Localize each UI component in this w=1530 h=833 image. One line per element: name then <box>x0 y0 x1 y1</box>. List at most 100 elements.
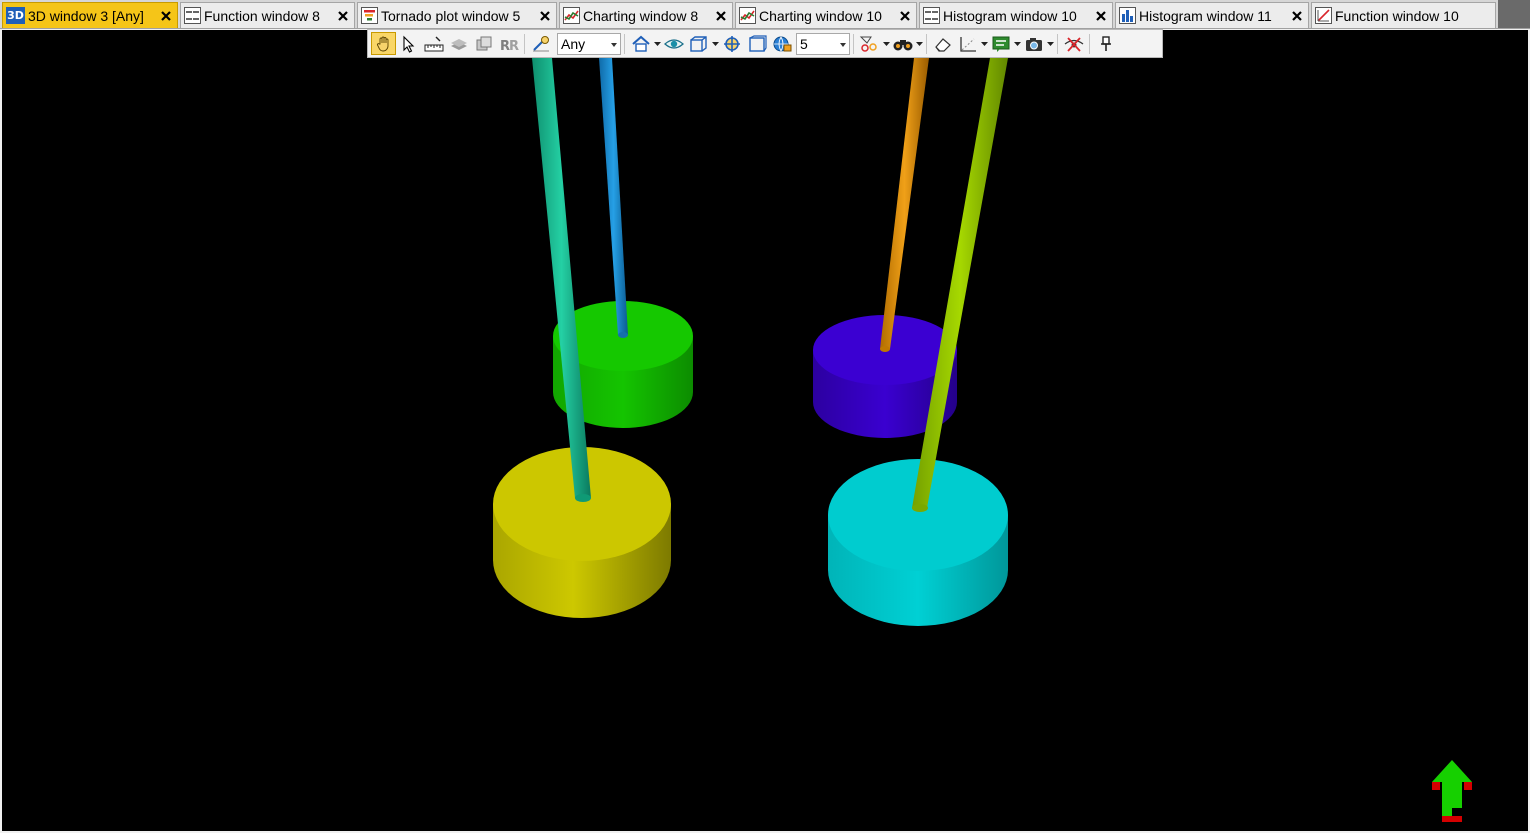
function-icon <box>1315 7 1332 24</box>
pan-tool-button[interactable] <box>371 32 396 55</box>
globe-lock-button[interactable] <box>769 32 794 55</box>
hide-all-button[interactable] <box>1061 32 1086 55</box>
axes-icon <box>959 36 976 52</box>
tornado-plot-icon <box>361 7 378 24</box>
home-icon <box>631 35 650 52</box>
close-icon[interactable] <box>714 9 728 23</box>
layers-button[interactable] <box>446 32 471 55</box>
legend-button[interactable] <box>988 32 1013 55</box>
text-r-icon: RR <box>500 39 519 53</box>
eye-icon <box>663 38 684 49</box>
tab-label: Charting window 8 <box>583 7 699 24</box>
toolbar-separator <box>624 33 625 54</box>
tab-strip-overflow <box>1498 0 1530 28</box>
legend-dropdown[interactable] <box>1013 32 1021 55</box>
eraser-button[interactable] <box>930 32 955 55</box>
close-icon[interactable] <box>1290 9 1304 23</box>
binoculars-button[interactable] <box>890 32 915 55</box>
tab-charting-window-10[interactable]: Charting window 10 <box>735 2 917 28</box>
center-view-button[interactable] <box>719 32 744 55</box>
box-outline-icon <box>748 34 767 52</box>
eye-crossed-icon <box>1064 36 1083 52</box>
close-icon[interactable] <box>159 9 173 23</box>
3d-window-icon: 3D <box>6 7 25 24</box>
lime-pipe[interactable] <box>912 58 1008 508</box>
bounding-box-dropdown[interactable] <box>711 32 719 55</box>
tab-function-window-10[interactable]: Function window 10 <box>1311 2 1496 28</box>
tab-label: Charting window 10 <box>759 7 882 24</box>
cube-icon <box>689 35 707 52</box>
camera-icon <box>1025 37 1042 51</box>
arrow-cursor-icon <box>402 35 414 53</box>
svg-text:R: R <box>509 39 519 53</box>
orange-pipe[interactable] <box>880 58 929 349</box>
camera-button[interactable] <box>1021 32 1046 55</box>
home-view-button[interactable] <box>628 32 653 55</box>
bounding-box-button[interactable] <box>686 32 711 55</box>
3d-window-toolbar: RR Any 5 <box>367 29 1163 58</box>
view-eye-button[interactable] <box>661 32 686 55</box>
toolbar-separator <box>853 33 854 54</box>
filter-dropdown[interactable] <box>882 32 890 55</box>
tab-label: Function window 8 <box>204 7 320 24</box>
toolbar-separator <box>1057 33 1058 54</box>
tab-function-window-8[interactable]: Function window 8 <box>180 2 355 28</box>
label-toggle-button[interactable]: RR <box>496 32 521 55</box>
tab-tornado-plot-window-5[interactable]: Tornado plot window 5 <box>357 2 557 28</box>
pin-icon <box>1100 35 1111 51</box>
tab-label: 3D window 3 [Any] <box>28 7 144 24</box>
close-icon[interactable] <box>538 9 552 23</box>
histogram-icon <box>1119 7 1136 24</box>
copy-icon <box>476 36 491 50</box>
domain-select-value: Any <box>561 35 586 52</box>
crosshair-icon <box>723 35 740 52</box>
charting-icon <box>563 7 580 24</box>
tab-label: Histogram window 11 <box>1139 7 1272 24</box>
blue-pipe[interactable] <box>599 58 628 335</box>
pick-button[interactable] <box>528 32 553 55</box>
binoculars-dropdown[interactable] <box>915 32 923 55</box>
window-tab-strip: 3D 3D window 3 [Any] Function window 8 T… <box>0 0 1530 29</box>
box-view-button[interactable] <box>744 32 769 55</box>
axes-button[interactable] <box>955 32 980 55</box>
legend-icon <box>992 36 1009 52</box>
pin-toolbar-button[interactable] <box>1093 32 1118 55</box>
axes-dropdown[interactable] <box>980 32 988 55</box>
measure-tool-button[interactable] <box>421 32 446 55</box>
level-select[interactable]: 5 <box>796 32 850 55</box>
tab-3d-window-3[interactable]: 3D 3D window 3 [Any] <box>2 2 178 28</box>
tab-histogram-window-10[interactable]: Histogram window 10 <box>919 2 1113 28</box>
close-icon[interactable] <box>1094 9 1108 23</box>
home-view-dropdown[interactable] <box>653 32 661 55</box>
tab-charting-window-8[interactable]: Charting window 8 <box>559 2 733 28</box>
toolbar-separator <box>926 33 927 54</box>
toolbar-separator <box>524 33 525 54</box>
tab-label: Function window 10 <box>1335 7 1459 24</box>
eraser-icon <box>934 37 951 52</box>
charting-icon <box>739 7 756 24</box>
ruler-icon <box>424 36 443 51</box>
layers-icon <box>450 38 467 50</box>
binoculars-icon <box>893 39 912 50</box>
3d-viewport[interactable] <box>2 30 1528 831</box>
north-arrow-icon <box>1432 760 1472 822</box>
close-icon[interactable] <box>898 9 912 23</box>
tab-histogram-window-11[interactable]: Histogram window 11 <box>1115 2 1309 28</box>
toolbar-separator <box>1089 33 1090 54</box>
pick-icon <box>532 35 549 51</box>
close-icon[interactable] <box>336 9 350 23</box>
camera-dropdown[interactable] <box>1046 32 1054 55</box>
tab-label: Histogram window 10 <box>943 7 1077 24</box>
hand-icon <box>376 36 388 51</box>
select-tool-button[interactable] <box>396 32 421 55</box>
teal-pipe[interactable] <box>532 58 591 498</box>
copy-view-button[interactable] <box>471 32 496 55</box>
level-select-value: 5 <box>800 35 808 52</box>
grid-window-icon <box>184 7 201 24</box>
filter-scatter-icon <box>859 36 877 52</box>
globe-lock-icon <box>773 36 791 52</box>
domain-select[interactable]: Any <box>557 32 621 55</box>
tab-label: Tornado plot window 5 <box>381 7 521 24</box>
filter-button[interactable] <box>857 32 882 55</box>
grid-window-icon <box>923 7 940 24</box>
